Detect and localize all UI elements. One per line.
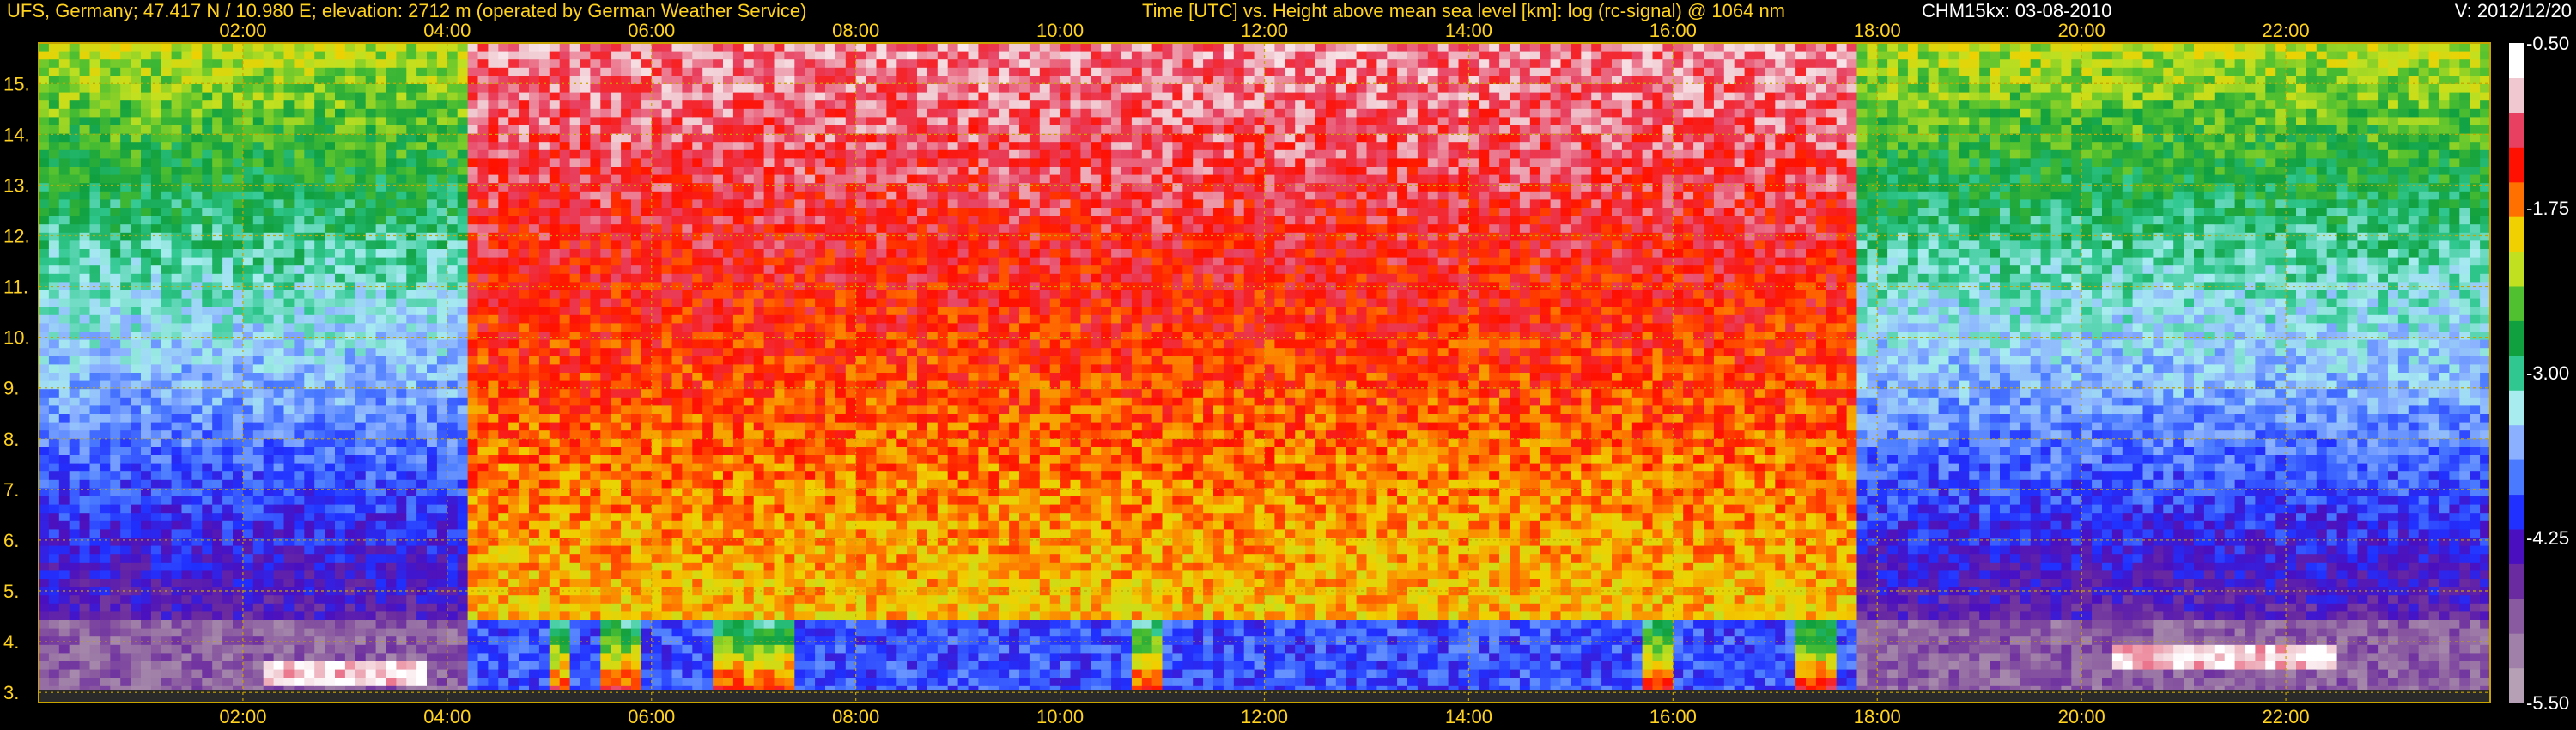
colorbar-tick-label: -5.50 [2526, 692, 2569, 714]
x-tick-label-bottom: 14:00 [1445, 706, 1492, 727]
y-tick-label: 5. [3, 581, 19, 602]
colorbar-swatch [2509, 43, 2524, 78]
colorbar-swatch [2509, 494, 2524, 530]
y-tick-label: 9. [3, 378, 19, 399]
version-label: V: 2012/12/20 [2455, 0, 2572, 21]
colorbar-swatch [2509, 667, 2524, 703]
x-tick-label-bottom: 10:00 [1036, 706, 1084, 727]
colorbar-tick-label: -1.75 [2526, 198, 2569, 219]
colorbar-swatch [2509, 216, 2524, 252]
x-tick-label-bottom: 06:00 [628, 706, 675, 727]
lidar-backscatter-chart: -0.50 -1.75 -3.00 -4.25 -5.50 02:00 02:00 04:0… [0, 0, 2576, 730]
colorbar-tick-label: -4.25 [2526, 527, 2569, 549]
x-tick-label-bottom: 08:00 [832, 706, 879, 727]
y-tick-label: 3. [3, 682, 19, 703]
x-tick-label-bottom: 04:00 [423, 706, 471, 727]
y-tick-label: 13. [3, 174, 30, 196]
colorbar-swatch [2509, 251, 2524, 287]
colorbar-swatch [2509, 633, 2524, 669]
x-tick-label-top: 08:00 [832, 20, 879, 41]
y-tick-label: 7. [3, 479, 19, 501]
site-info-title: UFS, Germany; 47.417 N / 10.980 E; eleva… [7, 0, 806, 21]
x-tick-label-bottom: 18:00 [1854, 706, 1901, 727]
x-tick-label-bottom: 22:00 [2263, 706, 2310, 727]
colorbar-swatch [2509, 147, 2524, 183]
y-tick-label: 6. [3, 530, 19, 551]
colorbar-swatch [2509, 598, 2524, 634]
colorbar-tick-label: -3.00 [2526, 362, 2569, 384]
x-tick-label-bottom: 16:00 [1649, 706, 1697, 727]
x-tick-label-bottom: 12:00 [1241, 706, 1288, 727]
chart-title: Time [UTC] vs. Height above mean sea lev… [1142, 0, 1785, 21]
x-tick-label-top: 10:00 [1036, 20, 1084, 41]
y-tick-label: 14. [3, 124, 30, 145]
x-tick-label-top: 12:00 [1241, 20, 1288, 41]
y-tick-label: 4. [3, 631, 19, 653]
colorbar-swatch [2509, 285, 2524, 321]
colorbar-swatch [2509, 563, 2524, 599]
colorbar-swatch [2509, 320, 2524, 356]
colorbar-swatch [2509, 77, 2524, 113]
y-tick-label: 15. [3, 73, 30, 94]
x-tick-label-top: 02:00 [219, 20, 266, 41]
colorbar-tick-label: -0.50 [2526, 33, 2569, 54]
y-tick-label: 10. [3, 327, 30, 349]
x-tick-label-top: 14:00 [1445, 20, 1492, 41]
colorbar-swatch [2509, 112, 2524, 148]
y-tick-label: 11. [3, 277, 28, 298]
y-tick-label: 8. [3, 429, 19, 450]
colorbar-swatch [2509, 181, 2524, 217]
instrument-date: CHM15kx: 03-08-2010 [1922, 0, 2111, 21]
x-tick-label-top: 20:00 [2058, 20, 2105, 41]
x-tick-label-bottom: 02:00 [219, 706, 266, 727]
colorbar-swatch [2509, 390, 2524, 426]
x-tick-label-top: 06:00 [628, 20, 675, 41]
x-tick-label-top: 04:00 [423, 20, 471, 41]
y-tick-label: 12. [3, 225, 30, 246]
colorbar-swatch [2509, 528, 2524, 564]
colorbar-swatch [2509, 459, 2524, 496]
colorbar-swatch [2509, 424, 2524, 460]
x-tick-label-top: 16:00 [1649, 20, 1697, 41]
colorbar-swatch [2509, 355, 2524, 391]
x-tick-label-top: 18:00 [1854, 20, 1901, 41]
x-tick-label-bottom: 20:00 [2058, 706, 2105, 727]
x-tick-label-top: 22:00 [2263, 20, 2310, 41]
